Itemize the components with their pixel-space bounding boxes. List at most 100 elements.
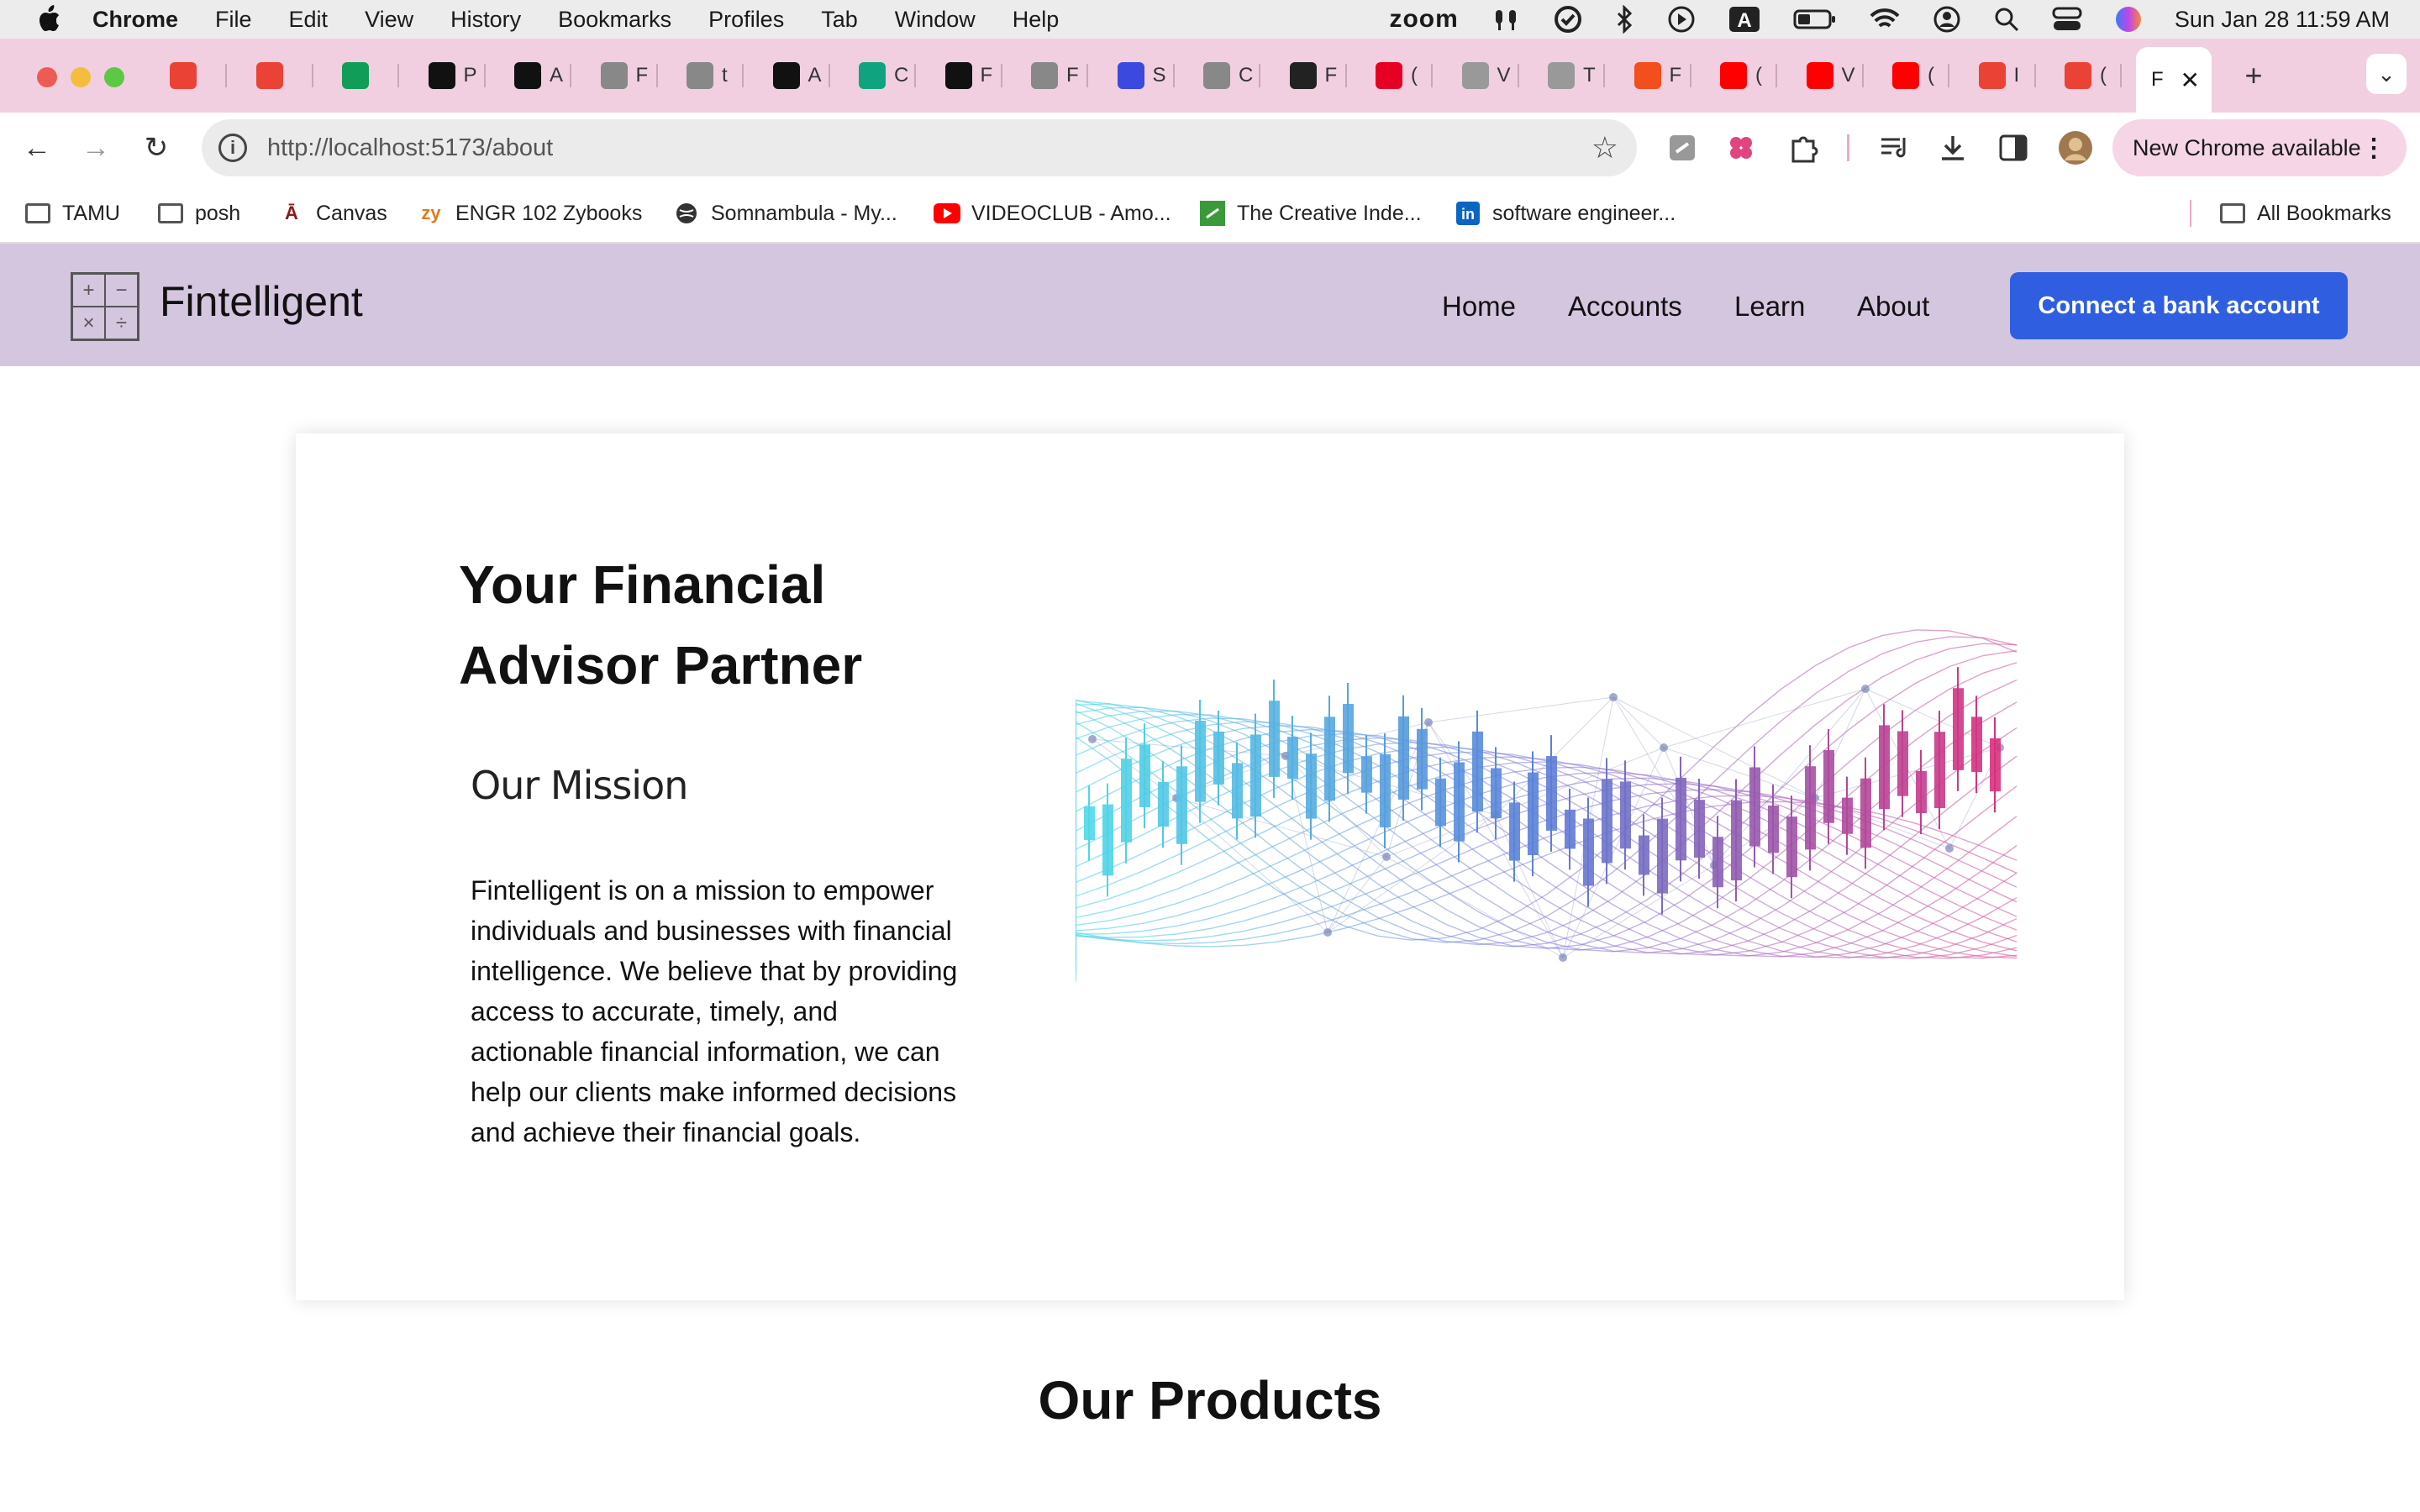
download-icon[interactable] <box>1931 126 1975 170</box>
tab-6[interactable]: t <box>687 54 728 97</box>
tab-16[interactable]: T <box>1548 54 1596 97</box>
wifi-icon[interactable] <box>1869 7 1901 32</box>
menu-app-chrome[interactable]: Chrome <box>92 7 178 33</box>
battery-icon[interactable] <box>1793 8 1837 30</box>
nav-home[interactable]: Home <box>1442 291 1516 323</box>
tab-8[interactable]: C <box>859 54 908 97</box>
play-circle-icon[interactable] <box>1667 5 1696 34</box>
tab-17[interactable]: F <box>1634 54 1681 97</box>
tab-separator <box>828 64 830 87</box>
tab-search-button[interactable]: ⌄ <box>2366 54 2407 94</box>
address-bar[interactable]: i http://localhost:5173/about ☆ <box>202 119 1637 176</box>
tab-2[interactable] <box>342 54 377 97</box>
back-button[interactable]: ← <box>15 126 59 170</box>
candle-body <box>1879 725 1890 810</box>
fintelligent-logo-icon[interactable]: + − × ÷ <box>71 272 139 341</box>
network-line <box>1663 747 1715 866</box>
creative-cloud-icon[interactable] <box>1553 4 1583 34</box>
tab-5[interactable]: F <box>600 54 648 97</box>
nav-accounts[interactable]: Accounts <box>1568 291 1682 323</box>
network-line <box>1327 814 1497 933</box>
tab-7[interactable]: A <box>772 54 822 97</box>
menu-history[interactable]: History <box>450 7 521 33</box>
menubar-clock[interactable]: Sun Jan 28 11:59 AM <box>2175 7 2390 33</box>
connect-bank-account-button[interactable]: Connect a bank account <box>2010 272 2348 339</box>
airpods-icon[interactable] <box>1491 7 1521 32</box>
network-line <box>1612 696 1665 748</box>
bluetooth-icon[interactable] <box>1615 5 1635 34</box>
bookmark-posh[interactable]: posh <box>156 195 240 232</box>
shield-icon <box>1461 62 1489 89</box>
menu-bookmarks[interactable]: Bookmarks <box>558 7 671 33</box>
tab-22[interactable]: ( <box>2065 54 2107 97</box>
window-zoom-button[interactable] <box>104 67 124 87</box>
circle-icon <box>1117 62 1144 89</box>
tab-20[interactable]: ( <box>1892 54 1934 97</box>
candle-body <box>1990 738 2001 792</box>
tab-1[interactable] <box>255 54 292 97</box>
profile-avatar[interactable] <box>2054 126 2097 170</box>
bookmark-somnambula[interactable]: Somnambula - My... <box>672 195 897 232</box>
side-panel-icon[interactable] <box>1991 126 2035 170</box>
brand-name[interactable]: Fintelligent <box>160 277 363 326</box>
spotlight-search-icon[interactable] <box>1993 6 2020 33</box>
extension-flower-icon[interactable] <box>1719 126 1763 170</box>
menu-edit[interactable]: Edit <box>289 7 329 33</box>
tab-title: t <box>722 64 728 87</box>
menu-window[interactable]: Window <box>895 7 976 33</box>
tab-15[interactable]: V <box>1461 54 1511 97</box>
tab-13[interactable]: F <box>1289 54 1337 97</box>
bookmark-star-icon[interactable]: ☆ <box>1591 130 1618 165</box>
reload-button[interactable]: ↻ <box>134 126 178 170</box>
bookmark-zybooks[interactable]: zy ENGR 102 Zybooks <box>417 195 642 232</box>
window-close-button[interactable] <box>37 67 57 87</box>
menu-profiles[interactable]: Profiles <box>708 7 784 33</box>
tab-3[interactable]: P <box>428 54 477 97</box>
site-info-icon[interactable]: i <box>218 134 247 162</box>
input-source-icon[interactable]: A <box>1728 5 1761 34</box>
siri-icon[interactable] <box>2114 5 2143 34</box>
tab-11[interactable]: S <box>1117 54 1166 97</box>
candle-body <box>1953 688 1964 770</box>
bookmark-creative[interactable]: The Creative Inde... <box>1198 195 1422 232</box>
tab-14[interactable]: ( <box>1376 54 1418 97</box>
bookmark-videoclub[interactable]: VIDEOCLUB - Amo... <box>933 195 1171 232</box>
new-tab-button[interactable]: + <box>2235 57 2272 94</box>
kebab-menu-icon[interactable]: ⋮ <box>2361 134 2386 163</box>
new-chrome-available-button[interactable]: New Chrome available ⋮ <box>2112 119 2407 176</box>
menu-file[interactable]: File <box>215 7 252 33</box>
bookmark-linkedin[interactable]: in software engineer... <box>1454 195 1676 232</box>
tab-active[interactable]: F ✕ <box>2136 47 2212 113</box>
nav-learn[interactable]: Learn <box>1734 291 1805 323</box>
tab-12[interactable]: C <box>1203 54 1253 97</box>
extension-s-icon[interactable] <box>1660 126 1704 170</box>
apple-icon[interactable] <box>34 5 64 34</box>
bookmark-canvas[interactable]: Ā Canvas <box>277 195 387 232</box>
all-bookmarks[interactable]: All Bookmarks <box>2218 195 2391 232</box>
forward-button[interactable]: → <box>74 126 118 170</box>
menu-help[interactable]: Help <box>1013 7 1060 33</box>
user-account-icon[interactable] <box>1933 5 1961 34</box>
reading-list-icon[interactable] <box>1872 126 1916 170</box>
network-node <box>1088 735 1097 743</box>
tab-18[interactable]: ( <box>1720 54 1762 97</box>
menu-view[interactable]: View <box>365 7 413 33</box>
address-url[interactable]: http://localhost:5173/about <box>267 134 553 162</box>
close-icon[interactable]: ✕ <box>2181 66 2200 94</box>
bookmark-tamu[interactable]: TAMU <box>24 195 120 232</box>
tab-9[interactable]: F <box>944 54 992 97</box>
nav-about[interactable]: About <box>1857 291 1929 323</box>
window-minimize-button[interactable] <box>71 67 91 87</box>
mission-title: Our Mission <box>471 763 688 808</box>
control-center-icon[interactable] <box>2052 6 2082 33</box>
extensions-puzzle-icon[interactable] <box>1781 126 1825 170</box>
menu-tab[interactable]: Tab <box>821 7 858 33</box>
candle-body <box>1195 720 1206 802</box>
candle-body <box>1398 716 1409 800</box>
tab-4[interactable]: A <box>514 54 563 97</box>
tab-0[interactable] <box>170 54 205 97</box>
tab-19[interactable]: V <box>1806 54 1855 97</box>
tab-21[interactable]: I <box>1978 54 2019 97</box>
zoom-status-item[interactable]: zoom <box>1389 5 1458 34</box>
tab-10[interactable]: F <box>1031 54 1079 97</box>
